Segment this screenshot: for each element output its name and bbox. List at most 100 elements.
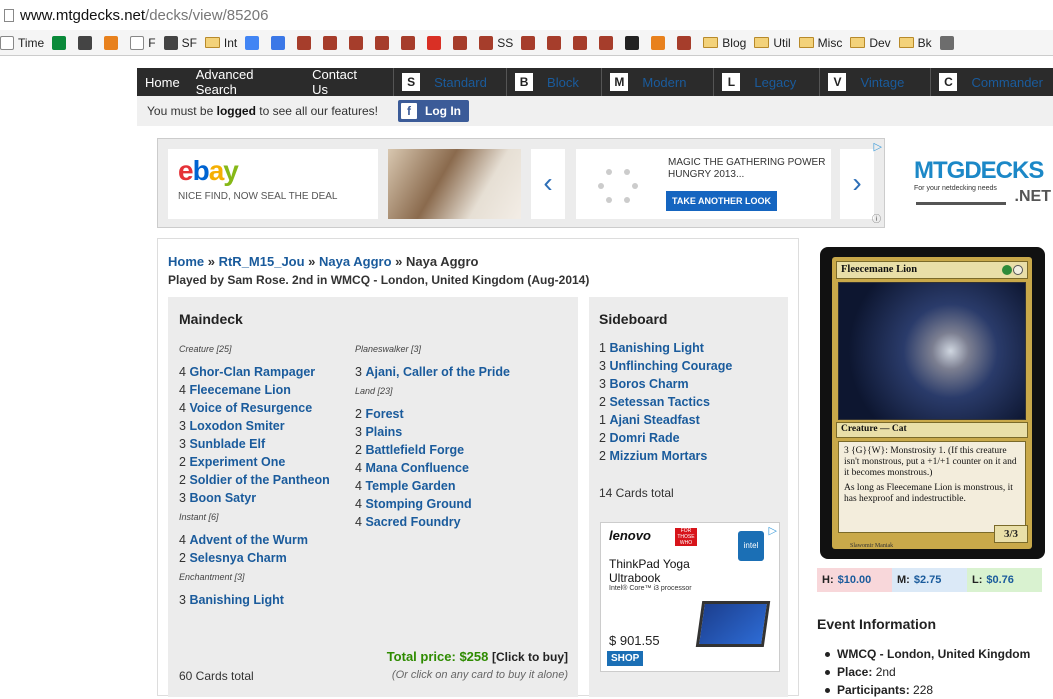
- bookmark-19[interactable]: [573, 35, 591, 50]
- card-link[interactable]: Stomping Ground: [365, 497, 471, 511]
- card-qty: 2: [599, 431, 606, 445]
- bookmark-26[interactable]: Misc: [798, 35, 843, 50]
- card-link[interactable]: Ghor-Clan Rampager: [189, 365, 315, 379]
- ad-info-icon[interactable]: ⓘ: [872, 212, 881, 225]
- bookmark-14[interactable]: [427, 35, 445, 50]
- card-qty: 2: [355, 407, 362, 421]
- card-link[interactable]: Banishing Light: [609, 341, 703, 355]
- bookmark-18[interactable]: [547, 35, 565, 50]
- bookmark-2[interactable]: [78, 35, 96, 50]
- bookmark-29[interactable]: [939, 35, 958, 50]
- lenovo-logo: lenovo: [609, 528, 651, 543]
- bookmark-10[interactable]: [323, 35, 341, 50]
- bookmark-9[interactable]: [297, 35, 315, 50]
- card-link[interactable]: Soldier of the Pantheon: [189, 473, 329, 487]
- ad-image[interactable]: [388, 149, 521, 219]
- nav-format-vintage[interactable]: V Vintage: [819, 68, 930, 96]
- card-category: Planeswalker [3]: [355, 344, 422, 354]
- event-info-list: WMCQ - London, United Kingdom Place: 2nd…: [824, 645, 1030, 699]
- card-link[interactable]: Unflinching Courage: [609, 359, 732, 373]
- card-link[interactable]: Sacred Foundry: [365, 515, 460, 529]
- breadcrumb-home[interactable]: Home: [168, 254, 204, 269]
- ad-banner[interactable]: ebay NICE FIND, NOW SEAL THE DEAL ‹ MAGI…: [157, 138, 885, 228]
- bookmark-13[interactable]: [401, 35, 419, 50]
- breadcrumb-format[interactable]: RtR_M15_Jou: [219, 254, 305, 269]
- ad-next-arrow[interactable]: ›: [840, 149, 874, 219]
- card-link[interactable]: Temple Garden: [365, 479, 455, 493]
- card-link[interactable]: Domri Rade: [609, 431, 679, 445]
- bookmark-15[interactable]: [453, 35, 471, 50]
- ad-prev-arrow[interactable]: ‹: [531, 149, 565, 219]
- nav-format-commander[interactable]: C Commander: [930, 68, 1053, 96]
- click-to-buy-link[interactable]: [Click to buy]: [492, 650, 568, 664]
- nav-format-block[interactable]: B Block: [506, 68, 601, 96]
- bookmark-28[interactable]: Bk: [898, 36, 932, 50]
- breadcrumb-archetype[interactable]: Naya Aggro: [319, 254, 391, 269]
- bookmark-label: Misc: [817, 35, 843, 50]
- folder-icon: [798, 37, 814, 48]
- bookmark-21[interactable]: [625, 35, 643, 50]
- card-qty: 4: [355, 515, 362, 529]
- bookmark-0[interactable]: Time: [0, 35, 44, 50]
- bookmark-4[interactable]: F: [130, 35, 156, 50]
- facebook-icon: f: [401, 103, 418, 119]
- nav-format-standard[interactable]: S Standard: [393, 68, 506, 96]
- bookmark-17[interactable]: [521, 35, 539, 50]
- card-link[interactable]: Mana Confluence: [365, 461, 469, 475]
- card-link[interactable]: Battlefield Forge: [365, 443, 464, 457]
- card-link[interactable]: Experiment One: [189, 455, 285, 469]
- bookmark-12[interactable]: [375, 35, 393, 50]
- bookmark-6[interactable]: Int: [204, 36, 237, 50]
- bookmark-16[interactable]: SS: [479, 35, 513, 50]
- card-link[interactable]: Voice of Resurgence: [189, 401, 312, 415]
- card-link[interactable]: Advent of the Wurm: [189, 533, 308, 547]
- card-link[interactable]: Forest: [365, 407, 403, 421]
- bookmark-3[interactable]: [104, 35, 122, 50]
- bookmark-8[interactable]: [271, 35, 289, 50]
- site-logo[interactable]: MTGDECKS For your netdecking needs .NET: [914, 158, 1053, 210]
- card-art: [838, 282, 1026, 420]
- card-link[interactable]: Loxodon Smiter: [189, 419, 284, 433]
- mtg-ad[interactable]: MAGIC THE GATHERING POWER HUNGRY 2013...…: [576, 149, 831, 219]
- card-link[interactable]: Fleecemane Lion: [189, 383, 290, 397]
- nav-format-modern[interactable]: M Modern: [601, 68, 713, 96]
- card-link[interactable]: Ajani, Caller of the Pride: [365, 365, 509, 379]
- card-link[interactable]: Sunblade Elf: [189, 437, 265, 451]
- ebay-ad[interactable]: ebay NICE FIND, NOW SEAL THE DEAL: [168, 149, 378, 219]
- card-link[interactable]: Ajani Steadfast: [609, 413, 699, 427]
- adchoices-icon[interactable]: ▷: [769, 524, 777, 537]
- bookmark-1[interactable]: [52, 35, 70, 50]
- lenovo-shop-button[interactable]: SHOP: [607, 651, 644, 666]
- mtg-ad-cta[interactable]: TAKE ANOTHER LOOK: [666, 191, 777, 211]
- bookmark-20[interactable]: [599, 35, 617, 50]
- bookmark-22[interactable]: [651, 35, 669, 50]
- card-link[interactable]: Banishing Light: [189, 593, 283, 607]
- adchoices-icon[interactable]: ▷: [874, 140, 882, 153]
- bookmark-24[interactable]: Blog: [703, 36, 746, 50]
- price-low: L: $0.76: [967, 568, 1042, 592]
- bookmark-23[interactable]: [677, 35, 695, 50]
- card-qty: 3: [355, 365, 362, 379]
- nav-advanced-search[interactable]: Advanced Search: [188, 67, 304, 97]
- card-image[interactable]: Fleecemane Lion Creature — Cat 3 {G}{W}:…: [820, 247, 1045, 559]
- bookmark-7[interactable]: [245, 35, 263, 50]
- card-link[interactable]: Boon Satyr: [189, 491, 256, 505]
- bookmark-11[interactable]: [349, 35, 367, 50]
- lenovo-ad[interactable]: lenovo FOR THOSE WHO DO. intel ThinkPad …: [600, 522, 780, 672]
- nav-format-legacy[interactable]: L Legacy: [713, 68, 819, 96]
- address-bar[interactable]: www.mtgdecks.net/decks/view/85206: [0, 0, 1053, 30]
- breadcrumb: Home » RtR_M15_Jou » Naya Aggro » Naya A…: [168, 254, 479, 269]
- card-link[interactable]: Setessan Tactics: [609, 395, 710, 409]
- facebook-login-button[interactable]: f Log In: [398, 100, 470, 122]
- total-price[interactable]: Total price: $258 [Click to buy]: [387, 649, 568, 664]
- card-link[interactable]: Boros Charm: [609, 377, 688, 391]
- card-link[interactable]: Selesnya Charm: [189, 551, 286, 565]
- bookmark-25[interactable]: Util: [754, 36, 791, 50]
- bookmark-27[interactable]: Dev: [850, 36, 891, 50]
- card-qty: 3: [599, 377, 606, 391]
- card-link[interactable]: Mizzium Mortars: [609, 449, 707, 463]
- bookmark-5[interactable]: SF: [163, 35, 197, 50]
- nav-contact[interactable]: Contact Us: [304, 67, 393, 97]
- card-link[interactable]: Plains: [365, 425, 402, 439]
- nav-home[interactable]: Home: [137, 68, 188, 96]
